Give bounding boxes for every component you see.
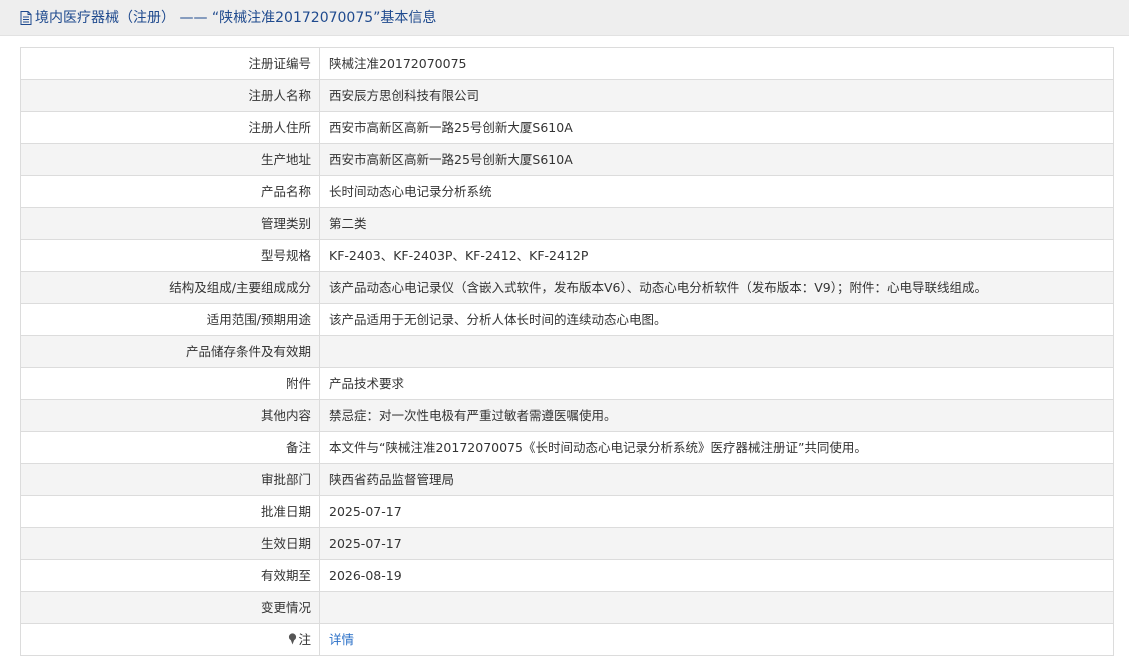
row-value: 西安市高新区高新一路25号创新大厦S610A [319, 143, 1114, 176]
row-value [319, 335, 1114, 368]
info-table: 注册证编号 陕械注准20172070075 注册人名称 西安辰方思创科技有限公司 注册人… [20, 47, 1114, 656]
table-row: 型号规格 KF-2403、KF-2403P、KF-2412、KF-2412P [20, 239, 1114, 272]
row-label: 产品储存条件及有效期 [20, 335, 320, 368]
page-title: 境内医疗器械（注册） —— “陕械注准20172070075”基本信息 [20, 9, 436, 27]
row-value: 禁忌症：对一次性电极有严重过敏者需遵医嘱使用。 [319, 399, 1114, 432]
note-label-cell: 注 [20, 623, 320, 656]
table-row-note: 注 详情 [20, 623, 1114, 656]
row-label: 注册证编号 [20, 47, 320, 80]
table-row: 结构及组成/主要组成成分 该产品动态心电记录仪（含嵌入式软件，发布版本V6）、动态… [20, 271, 1114, 304]
details-link[interactable]: 详情 [329, 632, 354, 647]
row-value: 陕西省药品监督管理局 [319, 463, 1114, 496]
table-row: 生产地址 西安市高新区高新一路25号创新大厦S610A [20, 143, 1114, 176]
table-row: 变更情况 [20, 591, 1114, 624]
row-label: 有效期至 [20, 559, 320, 592]
row-value: 2025-07-17 [319, 495, 1114, 528]
row-label: 生效日期 [20, 527, 320, 560]
table-row: 其他内容 禁忌症：对一次性电极有严重过敏者需遵医嘱使用。 [20, 399, 1114, 432]
row-label: 产品名称 [20, 175, 320, 208]
table-row: 注册人住所 西安市高新区高新一路25号创新大厦S610A [20, 111, 1114, 144]
row-label: 注册人住所 [20, 111, 320, 144]
table-row: 生效日期 2025-07-17 [20, 527, 1114, 560]
row-label: 结构及组成/主要组成成分 [20, 271, 320, 304]
table-row: 注册证编号 陕械注准20172070075 [20, 47, 1114, 80]
row-label: 变更情况 [20, 591, 320, 624]
row-value: 2025-07-17 [319, 527, 1114, 560]
table-row: 有效期至 2026-08-19 [20, 559, 1114, 592]
row-label: 管理类别 [20, 207, 320, 240]
note-value-cell: 详情 [319, 623, 1114, 656]
row-value: 第二类 [319, 207, 1114, 240]
table-row: 审批部门 陕西省药品监督管理局 [20, 463, 1114, 496]
pin-icon [289, 633, 297, 645]
row-value: 2026-08-19 [319, 559, 1114, 592]
page-title-text: 境内医疗器械（注册） —— “陕械注准20172070075”基本信息 [35, 10, 437, 26]
table-row: 备注 本文件与“陕械注准20172070075《长时间动态心电记录分析系统》医疗器… [20, 431, 1114, 464]
row-value: 该产品适用于无创记录、分析人体长时间的连续动态心电图。 [319, 303, 1114, 336]
row-label: 注册人名称 [20, 79, 320, 112]
row-label: 生产地址 [20, 143, 320, 176]
row-label: 审批部门 [20, 463, 320, 496]
table-row: 适用范围/预期用途 该产品适用于无创记录、分析人体长时间的连续动态心电图。 [20, 303, 1114, 336]
table-row: 产品名称 长时间动态心电记录分析系统 [20, 175, 1114, 208]
row-value: 长时间动态心电记录分析系统 [319, 175, 1114, 208]
row-value [319, 591, 1114, 624]
table-row: 注册人名称 西安辰方思创科技有限公司 [20, 79, 1114, 112]
row-value: 西安辰方思创科技有限公司 [319, 79, 1114, 112]
document-icon [20, 11, 32, 25]
note-label: 注 [298, 632, 311, 647]
row-value: 产品技术要求 [319, 367, 1114, 400]
table-row: 产品储存条件及有效期 [20, 335, 1114, 368]
info-table-body: 注册证编号 陕械注准20172070075 注册人名称 西安辰方思创科技有限公司 注册人… [20, 47, 1114, 656]
row-value: 陕械注准20172070075 [319, 47, 1114, 80]
row-label: 适用范围/预期用途 [20, 303, 320, 336]
row-label: 其他内容 [20, 399, 320, 432]
row-label: 备注 [20, 431, 320, 464]
row-value: KF-2403、KF-2403P、KF-2412、KF-2412P [319, 239, 1114, 272]
row-label: 附件 [20, 367, 320, 400]
table-row: 管理类别 第二类 [20, 207, 1114, 240]
row-value: 本文件与“陕械注准20172070075《长时间动态心电记录分析系统》医疗器械注… [319, 431, 1114, 464]
row-value: 西安市高新区高新一路25号创新大厦S610A [319, 111, 1114, 144]
table-row: 附件 产品技术要求 [20, 367, 1114, 400]
info-table-container: 注册证编号 陕械注准20172070075 注册人名称 西安辰方思创科技有限公司 注册人… [20, 47, 1114, 656]
page-header: 境内医疗器械（注册） —— “陕械注准20172070075”基本信息 [0, 0, 1129, 36]
row-value: 该产品动态心电记录仪（含嵌入式软件，发布版本V6）、动态心电分析软件（发布版本：… [319, 271, 1114, 304]
table-row: 批准日期 2025-07-17 [20, 495, 1114, 528]
row-label: 型号规格 [20, 239, 320, 272]
row-label: 批准日期 [20, 495, 320, 528]
